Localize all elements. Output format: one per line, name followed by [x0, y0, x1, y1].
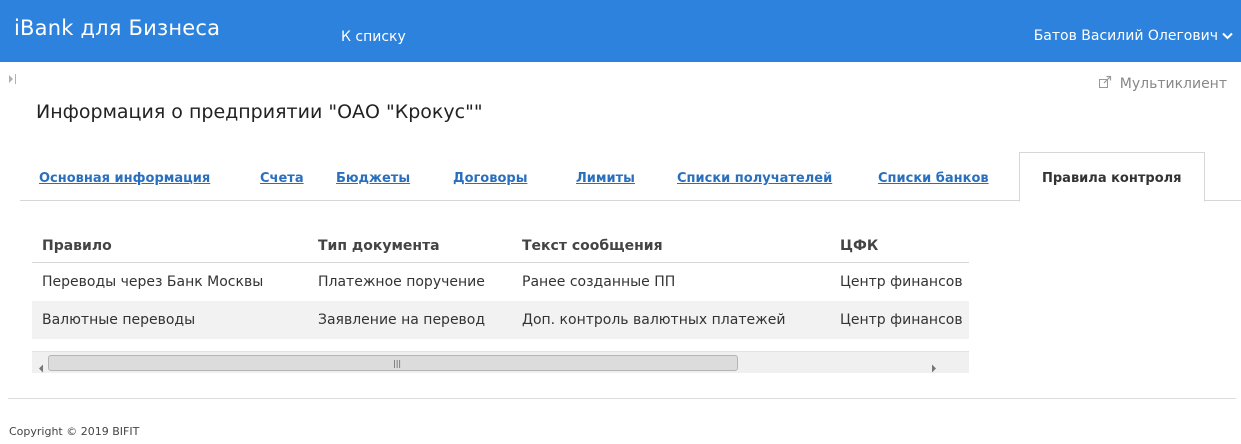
grip-icon: |||	[393, 359, 402, 368]
footer-divider	[8, 398, 1236, 399]
column-header-cfk[interactable]: ЦФК	[840, 230, 969, 262]
back-to-list-link[interactable]: К списку	[341, 29, 406, 45]
column-header-doc-type[interactable]: Тип документа	[318, 230, 518, 262]
external-window-icon	[1098, 75, 1112, 93]
app-brand[interactable]: iBank для Бизнеса	[14, 16, 220, 40]
cell-cfk: Центр финансов	[840, 312, 963, 328]
tab-accounts[interactable]: Счета	[260, 171, 304, 186]
top-bar: iBank для Бизнеса К списку Батов Василий…	[0, 0, 1241, 62]
scroll-right-icon[interactable]	[931, 358, 937, 377]
cell-doc-type: Заявление на перевод	[318, 312, 486, 328]
multiclient-button[interactable]: Мультиклиент	[1098, 75, 1227, 93]
rules-table: Правило Тип документа Текст сообщения ЦФ…	[32, 230, 969, 339]
cell-rule: Валютные переводы	[42, 312, 196, 328]
tab-bar: Основная информация Счета Бюджеты Догово…	[20, 152, 1241, 202]
cell-doc-type: Платежное поручение	[318, 274, 485, 290]
table-row[interactable]: Переводы через Банк Москвы Платежное пор…	[32, 263, 969, 301]
column-header-message[interactable]: Текст сообщения	[522, 230, 832, 262]
tab-bank-lists[interactable]: Списки банков	[878, 171, 989, 186]
tab-main-info[interactable]: Основная информация	[39, 171, 210, 186]
table-row[interactable]: Валютные переводы Заявление на перевод Д…	[32, 301, 969, 339]
scroll-left-icon[interactable]	[38, 358, 44, 377]
tab-recipient-lists[interactable]: Списки получателей	[677, 171, 832, 186]
panel-expand-icon[interactable]	[8, 70, 18, 89]
chevron-down-icon	[1222, 32, 1233, 40]
copyright: Copyright © 2019 BIFIT	[9, 425, 140, 438]
column-header-rule[interactable]: Правило	[42, 230, 312, 262]
tab-limits[interactable]: Лимиты	[576, 171, 635, 186]
scrollbar-thumb[interactable]: |||	[48, 355, 738, 371]
page-title: Информация о предприятии "ОАО "Крокус""	[36, 101, 483, 123]
user-menu[interactable]: Батов Василий Олегович	[1034, 28, 1233, 44]
table-header: Правило Тип документа Текст сообщения ЦФ…	[32, 230, 969, 263]
cell-rule: Переводы через Банк Москвы	[42, 274, 264, 290]
cell-cfk: Центр финансов	[840, 274, 963, 290]
tab-budgets[interactable]: Бюджеты	[336, 171, 410, 186]
horizontal-scrollbar[interactable]: |||	[32, 351, 969, 373]
multiclient-label: Мультиклиент	[1119, 76, 1227, 92]
tab-control-rules[interactable]: Правила контроля	[1019, 152, 1205, 202]
user-name: Батов Василий Олегович	[1033, 28, 1218, 44]
cell-message: Ранее созданные ПП	[522, 274, 676, 290]
tab-contracts[interactable]: Договоры	[453, 171, 527, 186]
cell-message: Доп. контроль валютных платежей	[522, 312, 786, 328]
